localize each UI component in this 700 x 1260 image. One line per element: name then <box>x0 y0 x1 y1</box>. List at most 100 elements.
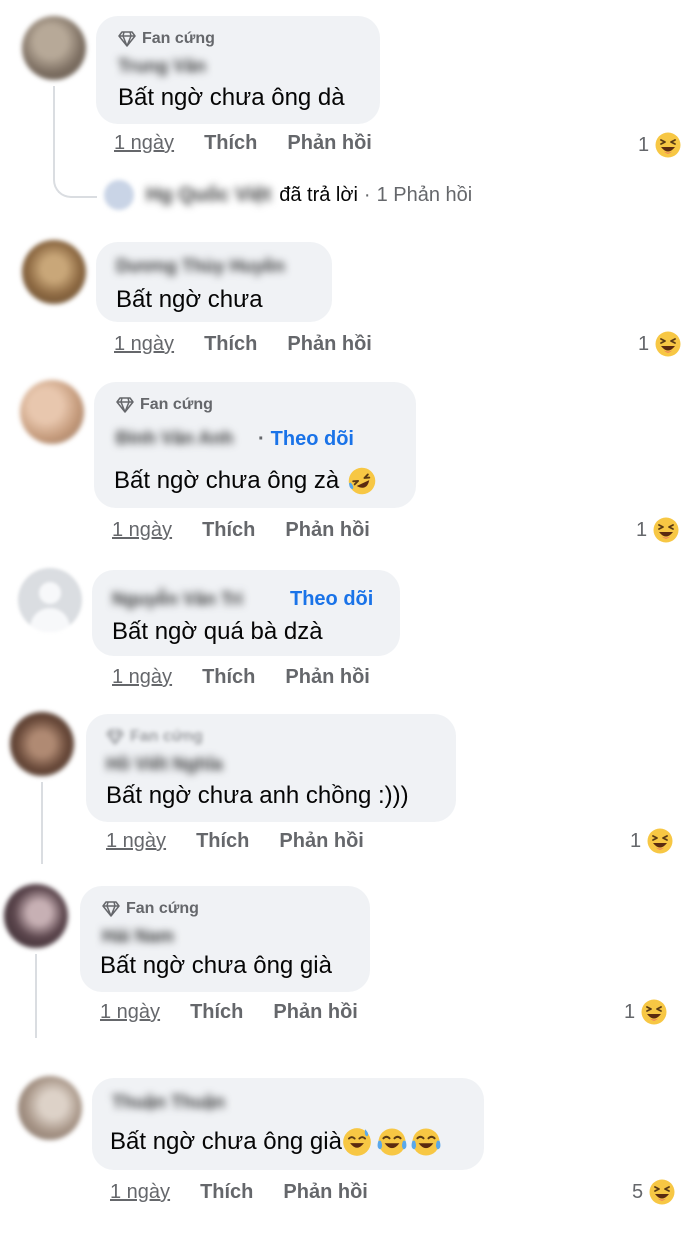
like-button[interactable]: Thích <box>190 1001 243 1024</box>
avatar[interactable] <box>18 1076 82 1140</box>
reply-button[interactable]: Phản hồi <box>287 132 371 155</box>
separator-dot: · <box>363 183 371 206</box>
like-button[interactable]: Thích <box>204 132 257 155</box>
comment-actions: 1 ngày Thích Phản hồi <box>112 666 370 689</box>
reply-button[interactable]: Phản hồi <box>283 1181 367 1204</box>
comment-actions: 1 ngày Thích Phản hồi <box>100 1001 358 1024</box>
timestamp-link[interactable]: 1 ngày <box>114 132 174 155</box>
avatar[interactable] <box>22 240 86 304</box>
comment-text: Bất ngờ chưa ông dà <box>118 84 345 111</box>
reply-button[interactable]: Phản hồi <box>287 333 371 356</box>
laughing-emoji-icon <box>655 132 681 158</box>
laughing-emoji-icon <box>649 1179 675 1205</box>
comment-actions: 1 ngày Thích Phản hồi <box>106 830 364 853</box>
reaction-number: 1 <box>638 133 650 156</box>
reply-button[interactable]: Phản hồi <box>279 830 363 853</box>
laughing-emoji-icon <box>653 517 679 543</box>
comment-text: Bất ngờ chưa <box>116 286 263 313</box>
comment-text: Bất ngờ chưa ông già <box>100 952 332 979</box>
reaction-number: 1 <box>624 1000 636 1023</box>
timestamp-link[interactable]: 1 ngày <box>114 333 174 356</box>
laughing-emoji-icon <box>641 999 667 1025</box>
like-button[interactable]: Thích <box>204 333 257 356</box>
reply-button[interactable]: Phản hồi <box>273 1001 357 1024</box>
author-name[interactable]: Thuận Thuận <box>112 1092 225 1113</box>
reaction-number: 1 <box>638 332 650 355</box>
follow-link[interactable]: Theo dõi <box>290 588 373 611</box>
reaction-count[interactable]: 1 <box>636 517 679 543</box>
reaction-number: 5 <box>632 1180 644 1203</box>
diamond-icon <box>118 31 136 47</box>
avatar[interactable] <box>20 380 84 444</box>
fan-badge: Fan cứng <box>106 728 203 746</box>
reaction-count[interactable]: 1 <box>638 331 681 357</box>
reaction-number: 1 <box>636 518 648 541</box>
follow-link[interactable]: · Theo dõi <box>258 428 354 451</box>
fan-badge: Fan cứng <box>116 396 213 414</box>
comment-text-content: Bất ngờ chưa ông zà <box>114 467 340 494</box>
default-avatar[interactable] <box>18 568 82 632</box>
author-name[interactable]: Dương Thùy Huyền <box>116 256 285 277</box>
like-button[interactable]: Thích <box>202 519 255 542</box>
comment-actions: 1 ngày Thích Phản hồi <box>110 1181 368 1204</box>
thread-curve <box>53 170 97 198</box>
author-name[interactable]: Trung Văn <box>118 56 206 77</box>
replier-avatar <box>104 180 134 210</box>
reaction-count[interactable]: 1 <box>624 999 667 1025</box>
comment-text: Bất ngờ quá bà dzà <box>112 618 323 645</box>
reaction-count[interactable]: 5 <box>632 1179 675 1205</box>
follow-label: Theo dõi <box>290 588 374 610</box>
reaction-count[interactable]: 1 <box>638 132 681 158</box>
author-name[interactable]: Hồ Viết Nghĩa <box>106 754 223 775</box>
author-name[interactable]: Hải Nam <box>102 926 174 947</box>
comment-actions: 1 ngày Thích Phản hồi <box>112 519 370 542</box>
reply-button[interactable]: Phản hồi <box>285 666 369 689</box>
like-button[interactable]: Thích <box>202 666 255 689</box>
badge-label: Fan cứng <box>130 728 203 745</box>
comment: Thuận Thuận Bất ngờ chưa ông già 1 ngày … <box>0 0 700 1</box>
replied-label: đã trả lời <box>279 183 358 206</box>
badge-label: Fan cứng <box>142 30 215 47</box>
reply-button[interactable]: Phản hồi <box>285 519 369 542</box>
avatar[interactable] <box>22 16 86 80</box>
thread-line <box>41 782 43 864</box>
comment-actions: 1 ngày Thích Phản hồi <box>114 132 372 155</box>
timestamp-link[interactable]: 1 ngày <box>106 830 166 853</box>
comment-text: Bất ngờ chưa ông zà <box>114 466 377 496</box>
author-name[interactable]: Nguyễn Văn Tri <box>112 589 243 610</box>
timestamp-link[interactable]: 1 ngày <box>100 1001 160 1024</box>
follow-label: Theo dõi <box>270 428 354 450</box>
timestamp-link[interactable]: 1 ngày <box>112 519 172 542</box>
reaction-count[interactable]: 1 <box>630 828 673 854</box>
comment-text: Bất ngờ chưa ông già <box>110 1126 442 1158</box>
tears-of-joy-emoji-icon <box>410 1126 442 1158</box>
diamond-icon <box>102 901 120 917</box>
avatar-head-shape <box>39 582 61 604</box>
timestamp-link[interactable]: 1 ngày <box>112 666 172 689</box>
comment-text-content: Bất ngờ chưa ông già <box>110 1128 342 1155</box>
reaction-number: 1 <box>630 829 642 852</box>
avatar-body-shape <box>30 608 70 632</box>
reply-count: 1 Phản hồi <box>376 183 473 206</box>
replier-name: Hg Quốc Việt <box>146 183 272 206</box>
view-replies-link[interactable]: Hg Quốc Việt đã trả lời · 1 Phản hồi <box>104 180 472 210</box>
comment-actions: 1 ngày Thích Phản hồi <box>114 333 372 356</box>
separator-dot: · <box>258 428 265 450</box>
like-button[interactable]: Thích <box>196 830 249 853</box>
avatar[interactable] <box>4 884 68 948</box>
fan-badge: Fan cứng <box>118 30 215 48</box>
like-button[interactable]: Thích <box>200 1181 253 1204</box>
sweat-smile-emoji-icon <box>342 1127 372 1157</box>
avatar[interactable] <box>10 712 74 776</box>
thread-line <box>53 86 55 176</box>
author-name[interactable]: Đinh Văn Anh <box>116 428 233 449</box>
rolling-laughing-emoji-icon <box>347 466 377 496</box>
timestamp-link[interactable]: 1 ngày <box>110 1181 170 1204</box>
tears-of-joy-emoji-icon <box>376 1126 408 1158</box>
comment-text: Bất ngờ chưa anh chồng :))) <box>106 782 409 809</box>
fan-badge: Fan cứng <box>102 900 199 918</box>
diamond-icon <box>106 729 124 745</box>
laughing-emoji-icon <box>647 828 673 854</box>
badge-label: Fan cứng <box>126 900 199 917</box>
diamond-icon <box>116 397 134 413</box>
